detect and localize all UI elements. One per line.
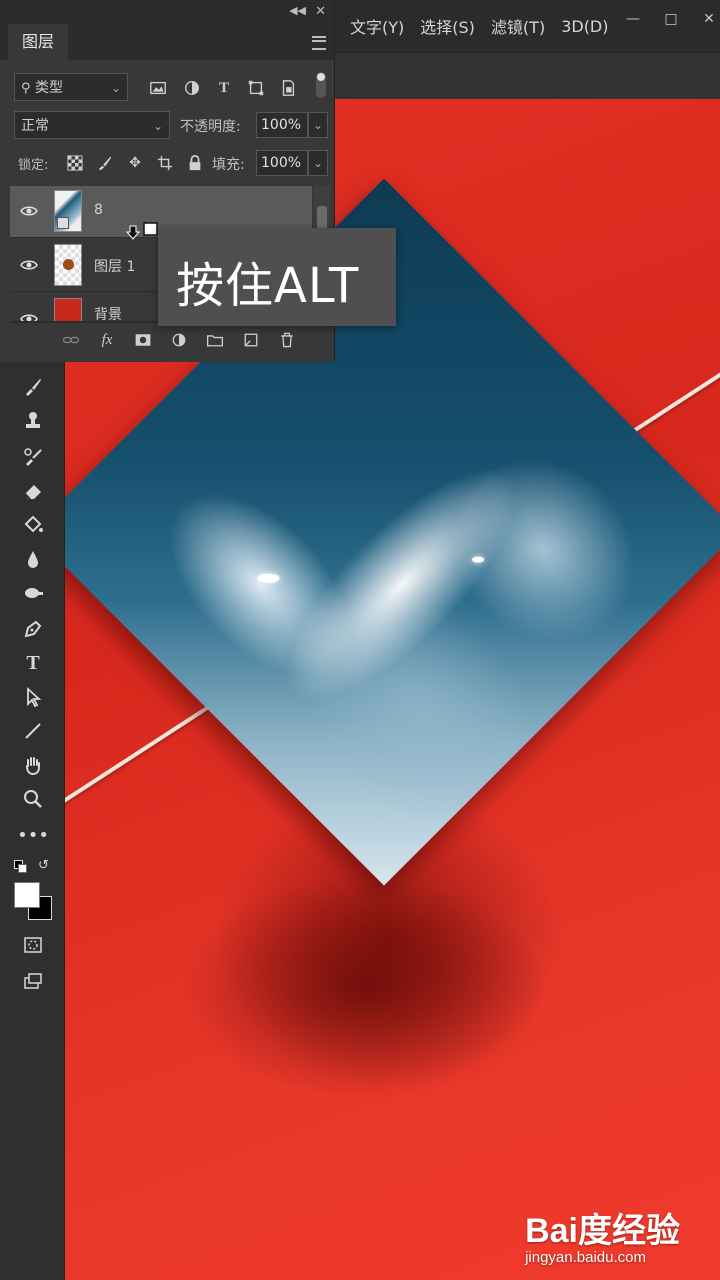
type-icon[interactable]: T [18, 648, 48, 678]
lock-position-icon[interactable]: ✥ [126, 154, 144, 172]
blend-mode-value: 正常 [21, 118, 49, 134]
visibility-eye-icon[interactable] [20, 204, 38, 218]
layer-thumbnail [54, 244, 82, 286]
tools-panel: T ••• ↺ [0, 362, 65, 1280]
instruction-text: 按住ALT [176, 258, 360, 314]
boat-shape [257, 573, 280, 583]
fill-chevron-icon[interactable]: ⌄ [308, 150, 328, 176]
layer-thumbnail [54, 190, 82, 232]
layer-thumbnail [54, 298, 82, 321]
layer-name: 背景 [94, 307, 122, 322]
watermark-url: jingyan.baidu.com [525, 1249, 646, 1266]
layer-filter-kind-select[interactable]: ⚲ 类型 ⌄ [14, 73, 128, 101]
search-icon: ⚲ [21, 81, 31, 96]
dodge-icon[interactable] [18, 578, 48, 608]
tab-layers[interactable]: 图层 [8, 24, 68, 60]
close-icon[interactable]: ✕ [694, 8, 720, 30]
blur-icon[interactable] [18, 544, 48, 574]
lock-image-pixels-icon[interactable] [96, 154, 114, 172]
history-brush-icon[interactable] [18, 442, 48, 472]
zoom-icon[interactable] [18, 784, 48, 814]
options-bar [334, 52, 720, 99]
layers-footer: fx [10, 322, 330, 357]
path-select-icon[interactable] [18, 682, 48, 712]
menu-filter[interactable]: 滤镜(T) [491, 14, 545, 38]
alt-drag-cursor-icon [126, 222, 158, 240]
smart-object-filter-icon[interactable] [278, 78, 298, 98]
folder-icon[interactable] [204, 329, 226, 351]
text-filter-icon[interactable]: T [214, 78, 234, 98]
panel-menu-icon[interactable] [312, 36, 326, 50]
mask-icon[interactable] [132, 329, 154, 351]
lock-label: 锁定: [18, 158, 49, 173]
maximize-icon[interactable]: □ [656, 8, 686, 30]
filter-toggle-switch[interactable] [316, 72, 326, 98]
close-panel-icon[interactable]: ✕ [315, 4, 326, 19]
fx-icon[interactable]: fx [96, 329, 118, 351]
eraser-icon[interactable] [18, 476, 48, 506]
adjustment-filter-icon[interactable] [182, 78, 202, 98]
blend-mode-select[interactable]: 正常 ⌄ [14, 111, 170, 139]
brush-icon[interactable] [18, 372, 48, 402]
chevron-down-icon: ⌄ [152, 119, 163, 133]
paint-bucket-icon[interactable] [18, 510, 48, 540]
chevron-down-icon: ⌄ [110, 81, 121, 95]
stamp-icon[interactable] [18, 406, 48, 436]
image-filter-icon[interactable] [148, 78, 168, 98]
menu-type[interactable]: 文字(Y) [350, 14, 404, 38]
watermark-logo: Bai度经验 [525, 1212, 680, 1250]
layer-name: 8 [94, 202, 103, 218]
menu-3d[interactable]: 3D(D) [561, 17, 608, 36]
boat-shape [472, 556, 485, 563]
minimize-icon[interactable]: — [618, 8, 648, 30]
layer-name: 图层 1 [94, 259, 136, 275]
smart-object-badge-icon [57, 217, 69, 229]
more-icon[interactable]: ••• [17, 820, 49, 850]
link-icon[interactable] [60, 329, 82, 351]
opacity-label: 不透明度: [180, 119, 241, 135]
fill-label: 填充: [212, 157, 245, 173]
foreground-color-swatch[interactable] [14, 882, 40, 908]
fill-input[interactable]: 100% [256, 150, 308, 176]
menu-select[interactable]: 选择(S) [420, 14, 475, 38]
trash-icon[interactable] [276, 329, 298, 351]
panel-header: 图层 ◀◀ ✕ [0, 0, 334, 60]
pen-icon[interactable] [18, 614, 48, 644]
line-icon[interactable] [18, 716, 48, 746]
visibility-eye-icon[interactable] [20, 312, 38, 322]
hand-icon[interactable] [18, 750, 48, 780]
shape-filter-icon[interactable] [246, 78, 266, 98]
opacity-input[interactable]: 100% [256, 112, 308, 138]
instruction-overlay: 按住ALT [158, 228, 396, 326]
default-colors-icon[interactable] [14, 860, 28, 873]
new-layer-icon[interactable] [240, 329, 262, 351]
visibility-eye-icon[interactable] [20, 258, 38, 272]
lock-all-icon[interactable] [186, 154, 204, 172]
swap-colors-icon[interactable]: ↺ [38, 858, 49, 873]
screen-mode-icon[interactable] [18, 966, 48, 996]
quick-mask-icon[interactable] [18, 930, 48, 960]
filter-kind-value: 类型 [34, 80, 63, 96]
lock-transparent-pixels-icon[interactable] [66, 154, 84, 172]
opacity-chevron-icon[interactable]: ⌄ [308, 112, 328, 138]
collapse-panel-icon[interactable]: ◀◀ [289, 4, 306, 17]
adjustment-icon[interactable] [168, 329, 190, 351]
menubar: 文字(Y) 选择(S) 滤镜(T) 3D(D) — □ ✕ [334, 0, 720, 52]
lock-artboard-icon[interactable] [156, 154, 174, 172]
baidu-watermark: Bai度经验 jingyan.baidu.com [525, 1213, 680, 1266]
